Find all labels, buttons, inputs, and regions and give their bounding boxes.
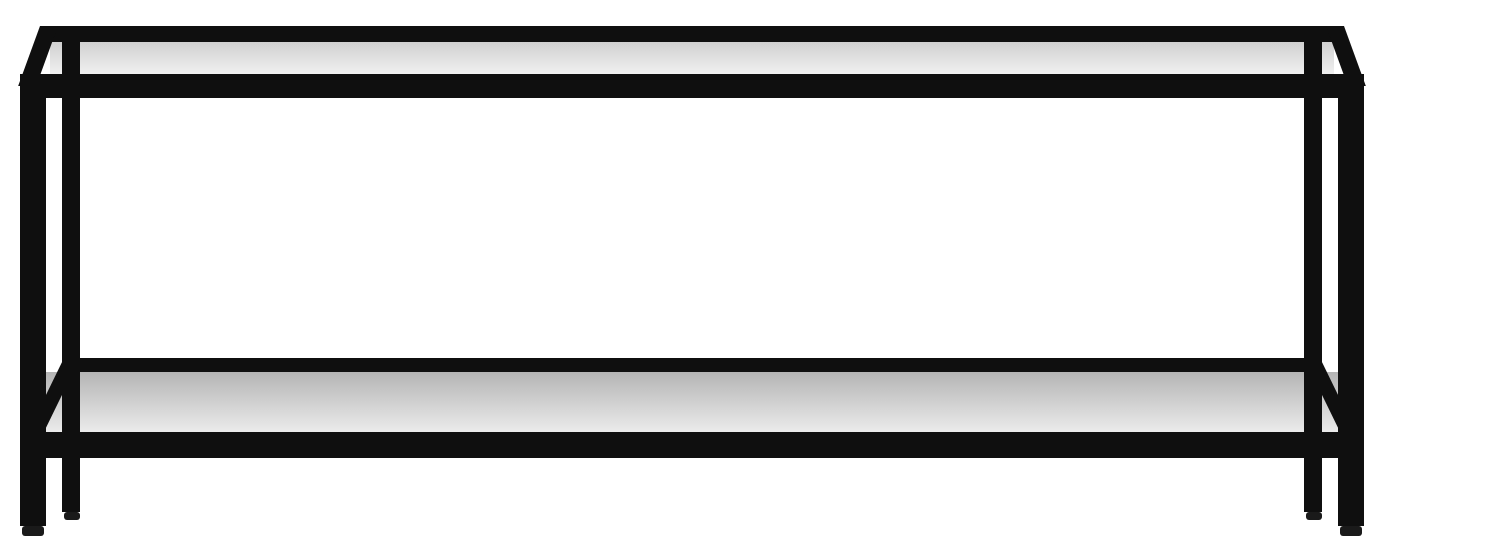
product-image: Rectangular black metal frame coffee tab…	[0, 0, 1500, 555]
